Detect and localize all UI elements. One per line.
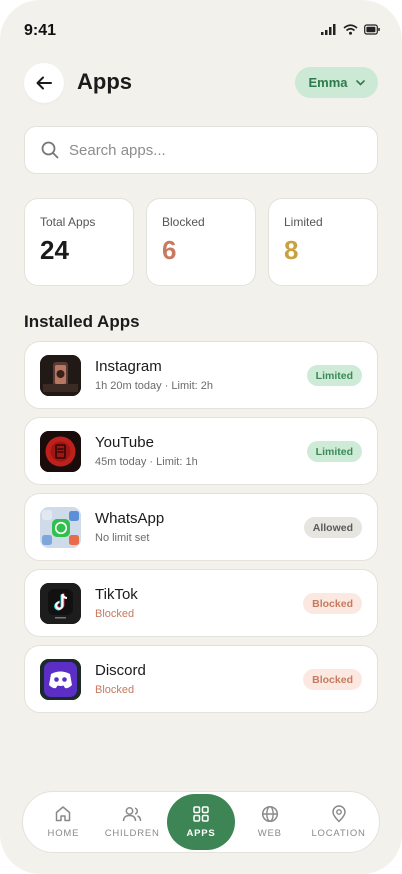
search-input[interactable] — [69, 141, 349, 159]
arrow-left-icon — [36, 76, 52, 90]
section-title: Installed Apps — [24, 312, 140, 331]
status-badge: Limited — [306, 365, 362, 386]
nav-label: CHILDREN — [104, 828, 160, 839]
app-row-youtube[interactable]: YouTube 45m today · Limit: 1h Limited — [24, 417, 378, 485]
bottom-nav: HOME CHILDREN APPS WEB LOCATION — [22, 791, 380, 853]
app-row-whatsapp[interactable]: WhatsApp No limit set Allowed — [24, 493, 378, 561]
instagram-icon — [40, 355, 81, 396]
youtube-icon — [40, 431, 81, 472]
stat-label: Limited — [284, 215, 323, 229]
nav-item-location[interactable]: LOCATION — [304, 794, 373, 850]
chevron-down-icon — [355, 79, 365, 86]
wifi-icon — [343, 24, 358, 35]
status-badge: Limited — [306, 441, 362, 462]
nav-label: APPS — [186, 828, 216, 839]
nav-item-children[interactable]: CHILDREN — [98, 794, 167, 850]
status-time: 9:41 — [24, 22, 57, 39]
app-row-discord[interactable]: Discord Blocked Blocked — [24, 645, 378, 713]
stat-value: 24 — [40, 235, 69, 265]
app-usage: Blocked — [95, 684, 135, 696]
app-name: YouTube — [95, 434, 154, 451]
nav-label: HOME — [47, 828, 80, 839]
grid-icon — [193, 806, 209, 822]
stat-card-total: Total Apps 24 — [24, 198, 134, 286]
nav-item-web[interactable]: WEB — [235, 794, 304, 850]
app-row-tiktok[interactable]: TikTok Blocked Blocked — [24, 569, 378, 637]
stat-label: Blocked — [162, 215, 205, 229]
home-icon — [56, 806, 71, 822]
stat-value: 6 — [162, 235, 177, 265]
app-name: Discord — [95, 662, 146, 679]
status-bar: 9:41 — [0, 0, 402, 54]
app-usage: 1h 20m today · Limit: 2h — [95, 380, 214, 392]
page-title: Apps — [77, 69, 132, 94]
header: Apps Emma — [24, 63, 378, 103]
app-name: TikTok — [95, 586, 138, 603]
stat-card-blocked: Blocked 6 — [146, 198, 256, 286]
globe-icon — [261, 805, 278, 823]
back-button[interactable] — [24, 63, 64, 103]
users-icon — [122, 807, 142, 822]
nav-label: WEB — [257, 828, 282, 839]
status-badge: Blocked — [303, 593, 362, 614]
search-icon — [41, 141, 59, 159]
tiktok-icon — [40, 583, 81, 624]
phone-screen: 9:41 Apps Emma Search apps... Total Apps… — [0, 0, 402, 874]
nav-item-home[interactable]: HOME — [29, 794, 98, 850]
stat-value: 8 — [284, 235, 299, 265]
discord-icon — [40, 659, 81, 700]
map-pin-icon — [331, 805, 346, 823]
app-usage: 45m today · Limit: 1h — [95, 456, 198, 468]
app-list: Instagram 1h 20m today · Limit: 2h Limit… — [24, 341, 378, 721]
battery-icon — [364, 24, 380, 35]
stat-label: Total Apps — [40, 215, 96, 229]
nav-label: LOCATION — [311, 828, 366, 839]
status-badge: Allowed — [303, 517, 362, 538]
app-name: Instagram — [95, 358, 162, 375]
app-usage: No limit set — [95, 532, 150, 544]
app-row-instagram[interactable]: Instagram 1h 20m today · Limit: 2h Limit… — [24, 341, 378, 409]
stat-card-limited: Limited 8 — [268, 198, 378, 286]
search-bar[interactable] — [24, 126, 378, 174]
child-selector-label: Emma — [308, 75, 348, 90]
whatsapp-icon — [40, 507, 81, 548]
app-name: WhatsApp — [95, 510, 165, 527]
status-icons — [321, 24, 380, 35]
nav-item-apps[interactable]: APPS — [166, 794, 236, 850]
child-selector[interactable]: Emma — [295, 67, 378, 98]
status-badge: Blocked — [303, 669, 362, 690]
app-usage: Blocked — [95, 608, 135, 620]
cellular-signal-icon — [321, 24, 336, 35]
stats-row: Total Apps 24 Blocked 6 Limited 8 — [24, 198, 378, 286]
